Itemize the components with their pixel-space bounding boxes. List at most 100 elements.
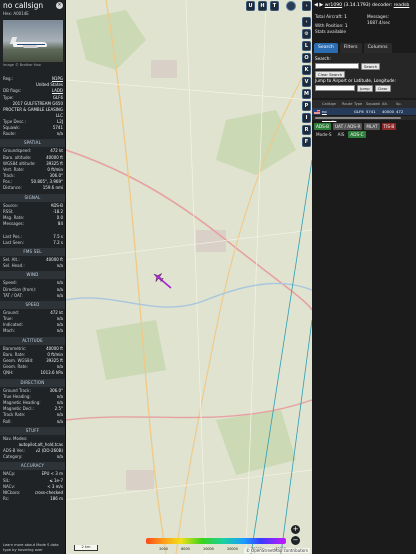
tab-columns[interactable]: Columns bbox=[363, 43, 392, 53]
map-canvas[interactable]: U H T + − 2 km 2000600010000200003000040… bbox=[66, 0, 312, 554]
section-header-stuff[interactable]: STUFF bbox=[0, 426, 65, 435]
clear-jump-button[interactable]: Clear bbox=[374, 85, 391, 92]
search-input[interactable] bbox=[315, 63, 359, 69]
info-row: Rc: 186 m bbox=[0, 496, 65, 502]
total-aircraft-label: Total Aircraft: bbox=[315, 14, 343, 19]
column-header[interactable]: Squawk bbox=[366, 100, 382, 108]
photo-credit: Image © Brother Hoo bbox=[3, 63, 41, 67]
section-header-spatial[interactable]: SPATIAL bbox=[0, 139, 65, 148]
source-tag: ADS-C bbox=[348, 131, 366, 138]
jump-button[interactable]: Jump bbox=[357, 85, 373, 92]
hex-code: Hex: A0014E bbox=[3, 11, 29, 16]
button-v[interactable]: V bbox=[302, 77, 311, 87]
aircraft-info-panel: no callsign Hex: A0014E × Image © Brothe… bbox=[0, 0, 66, 554]
button-m[interactable]: M bbox=[302, 89, 311, 99]
info-row: Category: n/a bbox=[0, 454, 65, 460]
messages-value: 1687.4/sec bbox=[367, 20, 391, 25]
section-header-direction[interactable]: DIRECTION bbox=[0, 378, 65, 387]
aircraft-photo[interactable] bbox=[3, 20, 63, 62]
button-i[interactable]: I bbox=[302, 113, 311, 123]
button-k[interactable]: K bbox=[302, 65, 311, 75]
source-tag: ADS-B bbox=[314, 123, 331, 130]
table-header: Callsign Route Type Squawk Alt. Sp. bbox=[312, 100, 416, 108]
with-position-value: 1 bbox=[344, 23, 348, 28]
collapse-button[interactable]: ‹ bbox=[302, 17, 311, 27]
search-button[interactable]: Search bbox=[361, 63, 381, 70]
clear-search-button[interactable]: Clear Search bbox=[315, 71, 346, 78]
scrollbar-thumb[interactable] bbox=[315, 117, 401, 119]
info-row-label: Distance: bbox=[3, 185, 22, 191]
table-cell: 40000 bbox=[382, 109, 395, 114]
column-header[interactable]: Route bbox=[342, 100, 354, 108]
info-row-value: 7.2 s bbox=[53, 239, 63, 245]
section-header-fms-sel[interactable]: FMS SEL bbox=[0, 247, 65, 256]
search-label: Search: bbox=[315, 56, 331, 61]
column-header[interactable] bbox=[314, 100, 322, 108]
table-cell: 5741 bbox=[366, 109, 376, 114]
section-header-altitude[interactable]: ALTITUDE bbox=[0, 336, 65, 345]
section-header-speed[interactable]: SPEED bbox=[0, 300, 65, 309]
altitude-legend-label: 6000 bbox=[181, 547, 190, 551]
version-link[interactable]: wr1090 bbox=[325, 3, 342, 8]
button-p[interactable]: P bbox=[302, 101, 311, 111]
table-scrollbar[interactable] bbox=[312, 116, 416, 120]
info-row: Sel. Head.: n/a bbox=[0, 263, 65, 269]
table-cell bbox=[342, 108, 354, 115]
button-o[interactable]: O bbox=[302, 53, 311, 63]
button-h[interactable]: H bbox=[258, 1, 267, 11]
button-r[interactable]: R bbox=[302, 125, 311, 135]
section-header-accuracy[interactable]: ACCURACY bbox=[0, 462, 65, 471]
button-u[interactable]: U bbox=[246, 1, 255, 11]
zoom-out-button[interactable]: − bbox=[291, 536, 300, 545]
dark-mode-toggle[interactable] bbox=[286, 1, 296, 11]
info-row-value: n/a bbox=[56, 418, 63, 424]
panel-footer: Learn more about Mode S data type by hov… bbox=[0, 542, 65, 554]
column-header[interactable]: Sp. bbox=[396, 100, 406, 108]
source-tag: TIS-B bbox=[381, 123, 397, 130]
urban-area bbox=[151, 60, 177, 78]
close-icon[interactable]: × bbox=[56, 2, 63, 9]
jet-wing bbox=[22, 45, 38, 48]
decoder-link[interactable]: readsb bbox=[394, 3, 410, 8]
info-row-label: Reg.: bbox=[3, 76, 14, 81]
section-header-signal[interactable]: SIGNAL bbox=[0, 193, 65, 202]
info-row-value: 159.6 nmi bbox=[42, 185, 63, 191]
version-bar: ◀ ▶ wr1090 (3.14.1793) decoder: readsb bbox=[312, 0, 416, 12]
us-flag-icon bbox=[314, 108, 322, 115]
jump-input[interactable] bbox=[315, 85, 355, 91]
info-row-value: n/a bbox=[56, 131, 63, 137]
table-row[interactable]: no callsign GLF65741 40000472 bbox=[312, 108, 416, 121]
tab-search[interactable]: Search bbox=[314, 43, 338, 53]
info-row-value: n/a bbox=[56, 263, 63, 269]
source-tag: Mode-S bbox=[316, 132, 332, 137]
section-header-wind[interactable]: WIND bbox=[0, 271, 65, 280]
info-row-value: 186 m bbox=[50, 496, 63, 502]
info-row-value: n/a bbox=[56, 292, 63, 298]
button-l[interactable]: L bbox=[302, 41, 311, 51]
info-row: QNH: 1013.6 hPa bbox=[0, 370, 65, 376]
info-row: Mach: n/a bbox=[0, 328, 65, 334]
flag-icon bbox=[314, 109, 320, 114]
nav-arrows[interactable]: ◀ ▶ bbox=[314, 2, 323, 8]
column-header[interactable]: Type bbox=[354, 100, 366, 108]
version-text: (3.14.1793) decoder: bbox=[343, 3, 393, 8]
expand-panel-button[interactable]: › bbox=[302, 1, 311, 11]
stats-block: Total Aircraft: 1 With Position: 1 Stats… bbox=[312, 12, 416, 37]
button-f[interactable]: F bbox=[302, 137, 311, 147]
stats-available[interactable]: Stats available bbox=[315, 29, 367, 35]
column-header[interactable]: Callsign bbox=[322, 100, 342, 108]
panel-header: no callsign Hex: A0014E × bbox=[0, 0, 65, 20]
tab-filters[interactable]: Filters bbox=[339, 43, 362, 53]
map-button-strip: › ‹ ⚙ LOKVMPIRF bbox=[301, 0, 312, 554]
settings-button[interactable]: ⚙ bbox=[302, 29, 311, 39]
info-row: TAT / OAT: n/a bbox=[0, 293, 65, 299]
info-row-value: n/a bbox=[56, 328, 63, 334]
forest-area bbox=[96, 320, 166, 380]
column-header[interactable]: Alt. bbox=[382, 100, 396, 108]
zoom-in-button[interactable]: + bbox=[291, 525, 300, 534]
button-t[interactable]: T bbox=[270, 1, 279, 11]
table-cell: no callsign bbox=[322, 109, 336, 121]
aircraft-owner: PROCTER & GAMBLE LEASING LLC bbox=[3, 106, 63, 118]
altitude-legend bbox=[146, 538, 286, 544]
map-layer bbox=[66, 0, 312, 554]
